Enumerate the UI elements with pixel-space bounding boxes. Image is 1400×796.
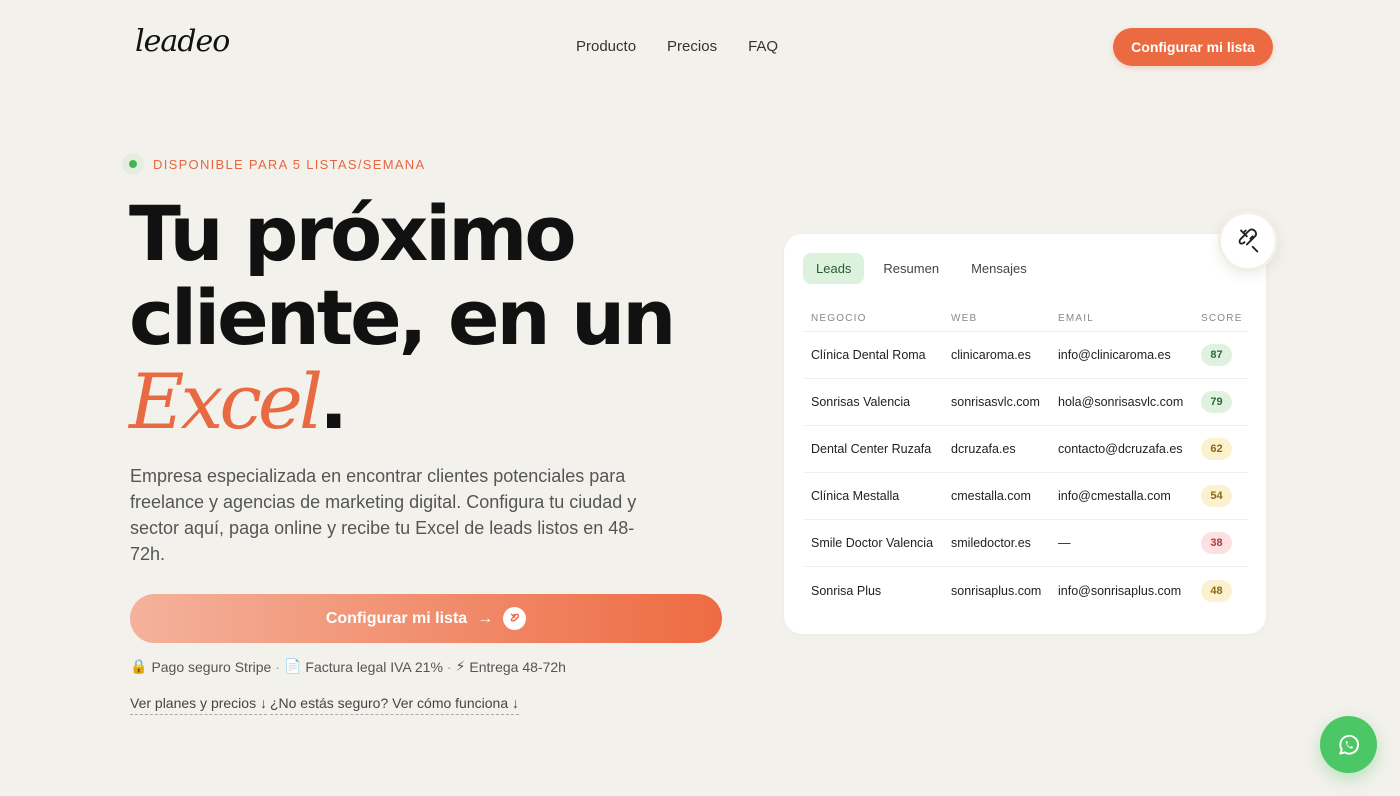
whatsapp-icon [1338, 734, 1359, 755]
headline-period: . [319, 357, 348, 446]
table-header: NEGOCIO WEB EMAIL SCORE [803, 306, 1248, 332]
trust-invoice: Factura legal IVA 21% [305, 658, 443, 675]
headline-line-3: Excel. [129, 360, 673, 444]
nav-configure-button[interactable]: Configurar mi lista [1113, 28, 1273, 66]
table-row[interactable]: Clínica Mestalla cmestalla.com info@cmesta… [803, 473, 1248, 520]
cell-negocio: Sonrisas Valencia [811, 395, 911, 409]
hero-configure-button[interactable]: Configurar mi lista → [130, 594, 722, 643]
nav-item-producto[interactable]: Producto [576, 38, 636, 55]
cell-score: 54 [1193, 485, 1248, 507]
cell-negocio: Dental Center Ruzafa [811, 442, 932, 456]
cell-score: 48 [1193, 579, 1248, 602]
main-nav: Producto Precios FAQ [576, 38, 778, 55]
column-header-negocio: NEGOCIO [811, 313, 867, 324]
cell-email: info@sonrisaplus.com [1058, 583, 1182, 598]
cell-email: info@clinicaroma.es [1058, 348, 1171, 362]
link-plans[interactable]: Ver planes y precios ↓ [130, 695, 267, 715]
cell-negocio: Clínica Mestalla [811, 489, 900, 503]
trust-stripe: Pago seguro Stripe [151, 658, 272, 675]
arrow-right-icon: → [477, 609, 494, 627]
cell-web: clinicaroma.es [951, 348, 1031, 362]
headline-accent: Excel [129, 357, 323, 446]
table-row[interactable]: Dental Center Ruzafa dcruzafa.es contacto@… [803, 426, 1248, 473]
cell-web: sonrisaplus.com [951, 583, 1042, 598]
magnet-badge [1218, 211, 1278, 271]
cell-web: smiledoctor.es [951, 536, 1031, 550]
lock-icon: 🔒 [130, 658, 148, 674]
score-badge: 38 [1201, 532, 1232, 554]
cell-web: cmestalla.com [951, 489, 1031, 503]
hero-headline: Tu próximo cliente, en un Excel. [129, 189, 676, 444]
badge-text: DISPONIBLE PARA 5 LISTAS/SEMANA [153, 156, 426, 172]
table-row[interactable]: Sonrisas Valencia sonrisasvlc.com hola@son… [803, 379, 1248, 426]
card-tabs: Leads Resumen Mensajes [803, 253, 1040, 284]
table-row[interactable]: Sonrisa Plus sonrisaplus.com info@sonrisap… [803, 567, 1248, 614]
tab-resumen[interactable]: Resumen [870, 253, 952, 284]
column-header-score: SCORE [1201, 313, 1243, 324]
tab-leads[interactable]: Leads [803, 253, 865, 284]
logo[interactable]: leadeo [135, 24, 230, 59]
cell-negocio: Smile Doctor Valencia [811, 536, 934, 550]
column-header-email: EMAIL [1058, 313, 1095, 324]
status-dot-icon [122, 153, 144, 175]
trust-delivery: Entrega 48-72h [469, 658, 566, 675]
cell-email: contacto@dcruzafa.es [1058, 442, 1183, 456]
document-icon: 📄 [283, 658, 302, 674]
magnet-icon [503, 607, 527, 630]
table-row[interactable]: Smile Doctor Valencia smiledoctor.es — 38 [803, 520, 1248, 567]
cell-score: 38 [1193, 532, 1248, 554]
cell-score: 79 [1193, 391, 1248, 413]
leads-preview-card: Leads Resumen Mensajes NEGOCIO WEB EMAIL… [784, 234, 1266, 634]
cell-email: hola@sonrisasvlc.com [1058, 395, 1184, 409]
hero-cta-label: Configurar mi lista [325, 609, 468, 627]
hero-description: Empresa especializada en encontrar clien… [130, 466, 637, 564]
leads-table: NEGOCIO WEB EMAIL SCORE Clínica Dental R… [803, 306, 1248, 614]
cell-negocio: Clínica Dental Roma [811, 348, 926, 362]
secondary-links: Ver planes y precios ↓ ¿No estás seguro?… [130, 695, 519, 715]
nav-item-faq[interactable]: FAQ [748, 38, 778, 55]
cell-web: dcruzafa.es [951, 442, 1016, 456]
lightning-icon: ⚡ [455, 658, 466, 674]
column-header-web: WEB [951, 313, 978, 324]
headline-line-2: cliente, en un [129, 273, 676, 362]
cell-score: 87 [1193, 344, 1248, 366]
trust-badges: 🔒 Pago seguro Stripe · 📄 Factura legal I… [130, 658, 566, 675]
separator: · [446, 658, 452, 675]
cell-web: sonrisasvlc.com [951, 395, 1040, 409]
magnet-icon [1238, 228, 1259, 253]
link-how-it-works[interactable]: ¿No estás seguro? Ver cómo funciona ↓ [269, 695, 519, 715]
headline-line-1: Tu próximo [129, 189, 577, 278]
score-badge: 54 [1201, 485, 1232, 507]
separator: · [275, 658, 280, 675]
tab-mensajes[interactable]: Mensajes [958, 253, 1040, 284]
cell-negocio: Sonrisa Plus [811, 583, 882, 598]
nav-item-precios[interactable]: Precios [667, 38, 717, 55]
cell-email: — [1058, 536, 1071, 550]
score-badge: 87 [1201, 344, 1232, 366]
availability-badge: DISPONIBLE PARA 5 LISTAS/SEMANA [122, 153, 425, 175]
whatsapp-button[interactable] [1320, 716, 1377, 773]
score-badge: 48 [1201, 579, 1232, 602]
score-badge: 62 [1201, 438, 1232, 460]
table-row[interactable]: Clínica Dental Roma clinicaroma.es info@cl… [803, 332, 1248, 379]
cell-score: 62 [1193, 438, 1248, 460]
cell-email: info@cmestalla.com [1058, 489, 1171, 503]
score-badge: 79 [1201, 391, 1232, 413]
